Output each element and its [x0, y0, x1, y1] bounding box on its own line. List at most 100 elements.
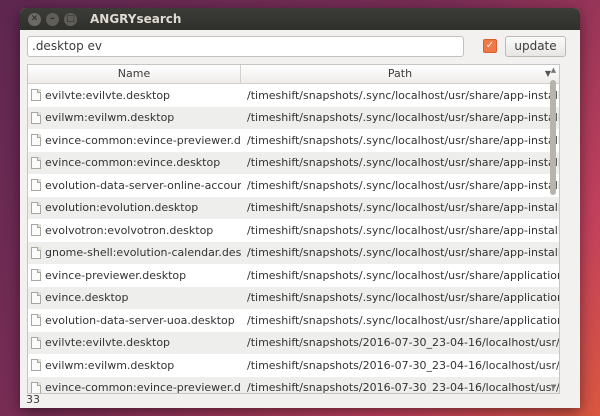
- file-icon: [31, 336, 41, 349]
- file-path: /timeshift/snapshots/.sync/localhost/usr…: [247, 223, 559, 237]
- maximize-icon: □: [66, 13, 75, 24]
- table-row[interactable]: evince.desktop/timeshift/snapshots/.sync…: [28, 286, 559, 309]
- result-count: 33: [26, 393, 40, 406]
- close-button[interactable]: ✕: [28, 12, 41, 26]
- file-icon: [31, 359, 41, 372]
- column-header-path-label: Path: [387, 67, 413, 80]
- table-row[interactable]: evilvte:evilvte.desktop/timeshift/snapsh…: [28, 84, 559, 107]
- table-row[interactable]: evince-common:evince-previewer.des/times…: [28, 376, 559, 394]
- column-header-name[interactable]: Name: [28, 65, 241, 83]
- file-name: evince-common:evince-previewer.des: [45, 133, 241, 147]
- file-path: /timeshift/snapshots/.sync/localhost/usr…: [247, 111, 559, 125]
- results-table: Name Path ▼ evilvte:evilvte.desktop/times…: [27, 64, 560, 394]
- check-icon: ✓: [485, 40, 495, 51]
- file-path: /timeshift/snapshots/.sync/localhost/usr…: [247, 313, 559, 327]
- table-header: Name Path ▼: [28, 65, 559, 84]
- search-input[interactable]: .desktop ev: [27, 36, 464, 57]
- file-path: /timeshift/snapshots/.sync/localhost/usr…: [247, 201, 559, 215]
- table-row[interactable]: evolution-data-server-online-accounts/ti…: [28, 174, 559, 197]
- name-cell: evilwm:evilwm.desktop: [28, 359, 241, 372]
- path-cell: /timeshift/snapshots/2016-07-30_23-04-16…: [241, 359, 559, 372]
- name-cell: evince-common:evince-previewer.des: [28, 134, 241, 147]
- path-cell: /timeshift/snapshots/.sync/localhost/usr…: [241, 156, 559, 169]
- scroll-up-icon[interactable]: ▲: [549, 66, 558, 75]
- name-cell: evolvotron:evolvotron.desktop: [28, 224, 241, 237]
- path-cell: /timeshift/snapshots/2016-07-30_23-04-16…: [241, 336, 559, 349]
- scroll-down-icon[interactable]: ▼: [549, 383, 558, 392]
- table-row[interactable]: evilvte:evilvte.desktop/timeshift/snapsh…: [28, 331, 559, 354]
- name-cell: evilwm:evilwm.desktop: [28, 111, 241, 124]
- file-icon: [31, 89, 41, 102]
- path-cell: /timeshift/snapshots/.sync/localhost/usr…: [241, 111, 559, 124]
- scroll-thumb[interactable]: [550, 80, 556, 195]
- fast-search-checkbox[interactable]: ✓: [483, 39, 497, 53]
- file-name: evolution-data-server-uoa.desktop: [45, 313, 235, 327]
- table-row[interactable]: evolution-data-server-uoa.desktop/timesh…: [28, 309, 559, 332]
- minimize-button[interactable]: –: [46, 12, 59, 26]
- file-path: /timeshift/snapshots/.sync/localhost/usr…: [247, 246, 559, 260]
- table-row[interactable]: evince-common:evince.desktop/timeshift/s…: [28, 151, 559, 174]
- file-icon: [31, 246, 41, 259]
- file-path: /timeshift/snapshots/.sync/localhost/usr…: [247, 178, 559, 192]
- table-row[interactable]: evolution:evolution.desktop/timeshift/sn…: [28, 196, 559, 219]
- toolbar: .desktop ev ✓ update: [27, 36, 573, 58]
- file-path: /timeshift/snapshots/.sync/localhost/usr…: [247, 88, 559, 102]
- name-cell: evince-common:evince.desktop: [28, 156, 241, 169]
- file-name: evilwm:evilwm.desktop: [45, 358, 175, 372]
- file-name: evolution-data-server-online-accounts: [45, 178, 241, 192]
- maximize-button[interactable]: □: [64, 12, 77, 26]
- file-name: evince-common:evince.desktop: [45, 156, 221, 170]
- table-row[interactable]: gnome-shell:evolution-calendar.deskt/tim…: [28, 241, 559, 264]
- name-cell: evolution:evolution.desktop: [28, 201, 241, 214]
- path-cell: /timeshift/snapshots/.sync/localhost/usr…: [241, 89, 559, 102]
- file-path: /timeshift/snapshots/2016-07-30_23-04-16…: [247, 336, 559, 350]
- path-cell: /timeshift/snapshots/.sync/localhost/usr…: [241, 314, 559, 327]
- vertical-scrollbar[interactable]: ▲ ▼: [549, 66, 558, 392]
- name-cell: evolution-data-server-uoa.desktop: [28, 314, 241, 327]
- file-icon: [31, 224, 41, 237]
- name-cell: evince-previewer.desktop: [28, 269, 241, 282]
- name-cell: evilvte:evilvte.desktop: [28, 89, 241, 102]
- minimize-icon: –: [50, 13, 55, 24]
- file-icon: [31, 111, 41, 124]
- file-icon: [31, 201, 41, 214]
- file-icon: [31, 179, 41, 192]
- file-path: /timeshift/snapshots/2016-07-30_23-04-16…: [247, 358, 559, 372]
- file-icon: [31, 156, 41, 169]
- file-icon: [31, 381, 41, 393]
- file-name: evince-common:evince-previewer.des: [45, 381, 241, 394]
- table-body: evilvte:evilvte.desktop/timeshift/snapsh…: [28, 84, 559, 393]
- file-name: gnome-shell:evolution-calendar.deskt: [45, 246, 241, 260]
- table-row[interactable]: evilwm:evilwm.desktop/timeshift/snapshot…: [28, 354, 559, 377]
- update-button[interactable]: update: [505, 36, 566, 57]
- file-icon: [31, 134, 41, 147]
- file-name: evince-previewer.desktop: [45, 268, 187, 282]
- name-cell: evince-common:evince-previewer.des: [28, 381, 241, 394]
- file-icon: [31, 314, 41, 327]
- file-path: /timeshift/snapshots/.sync/localhost/usr…: [247, 291, 559, 305]
- file-icon: [31, 269, 41, 282]
- path-cell: /timeshift/snapshots/.sync/localhost/usr…: [241, 179, 559, 192]
- title-bar[interactable]: ✕ – □ ANGRYsearch: [20, 8, 580, 30]
- close-icon: ✕: [30, 13, 39, 24]
- path-cell: /timeshift/snapshots/.sync/localhost/usr…: [241, 201, 559, 214]
- name-cell: evince.desktop: [28, 291, 241, 304]
- path-cell: /timeshift/snapshots/.sync/localhost/usr…: [241, 134, 559, 147]
- table-row[interactable]: evilwm:evilwm.desktop/timeshift/snapshot…: [28, 106, 559, 129]
- name-cell: evilvte:evilvte.desktop: [28, 336, 241, 349]
- file-icon: [31, 291, 41, 304]
- app-window: ✕ – □ ANGRYsearch .desktop ev ✓ update N…: [20, 8, 580, 408]
- name-cell: gnome-shell:evolution-calendar.deskt: [28, 246, 241, 259]
- path-cell: /timeshift/snapshots/.sync/localhost/usr…: [241, 269, 559, 282]
- column-header-path[interactable]: Path ▼: [241, 65, 559, 83]
- window-title: ANGRYsearch: [90, 12, 182, 26]
- table-row[interactable]: evince-common:evince-previewer.des/times…: [28, 129, 559, 152]
- file-path: /timeshift/snapshots/2016-07-30_23-04-16…: [247, 381, 559, 394]
- path-cell: /timeshift/snapshots/.sync/localhost/usr…: [241, 291, 559, 304]
- file-path: /timeshift/snapshots/.sync/localhost/usr…: [247, 156, 559, 170]
- path-cell: /timeshift/snapshots/2016-07-30_23-04-16…: [241, 381, 559, 394]
- table-row[interactable]: evolvotron:evolvotron.desktop/timeshift/…: [28, 219, 559, 242]
- file-name: evilvte:evilvte.desktop: [45, 336, 171, 350]
- path-cell: /timeshift/snapshots/.sync/localhost/usr…: [241, 224, 559, 237]
- table-row[interactable]: evince-previewer.desktop/timeshift/snaps…: [28, 264, 559, 287]
